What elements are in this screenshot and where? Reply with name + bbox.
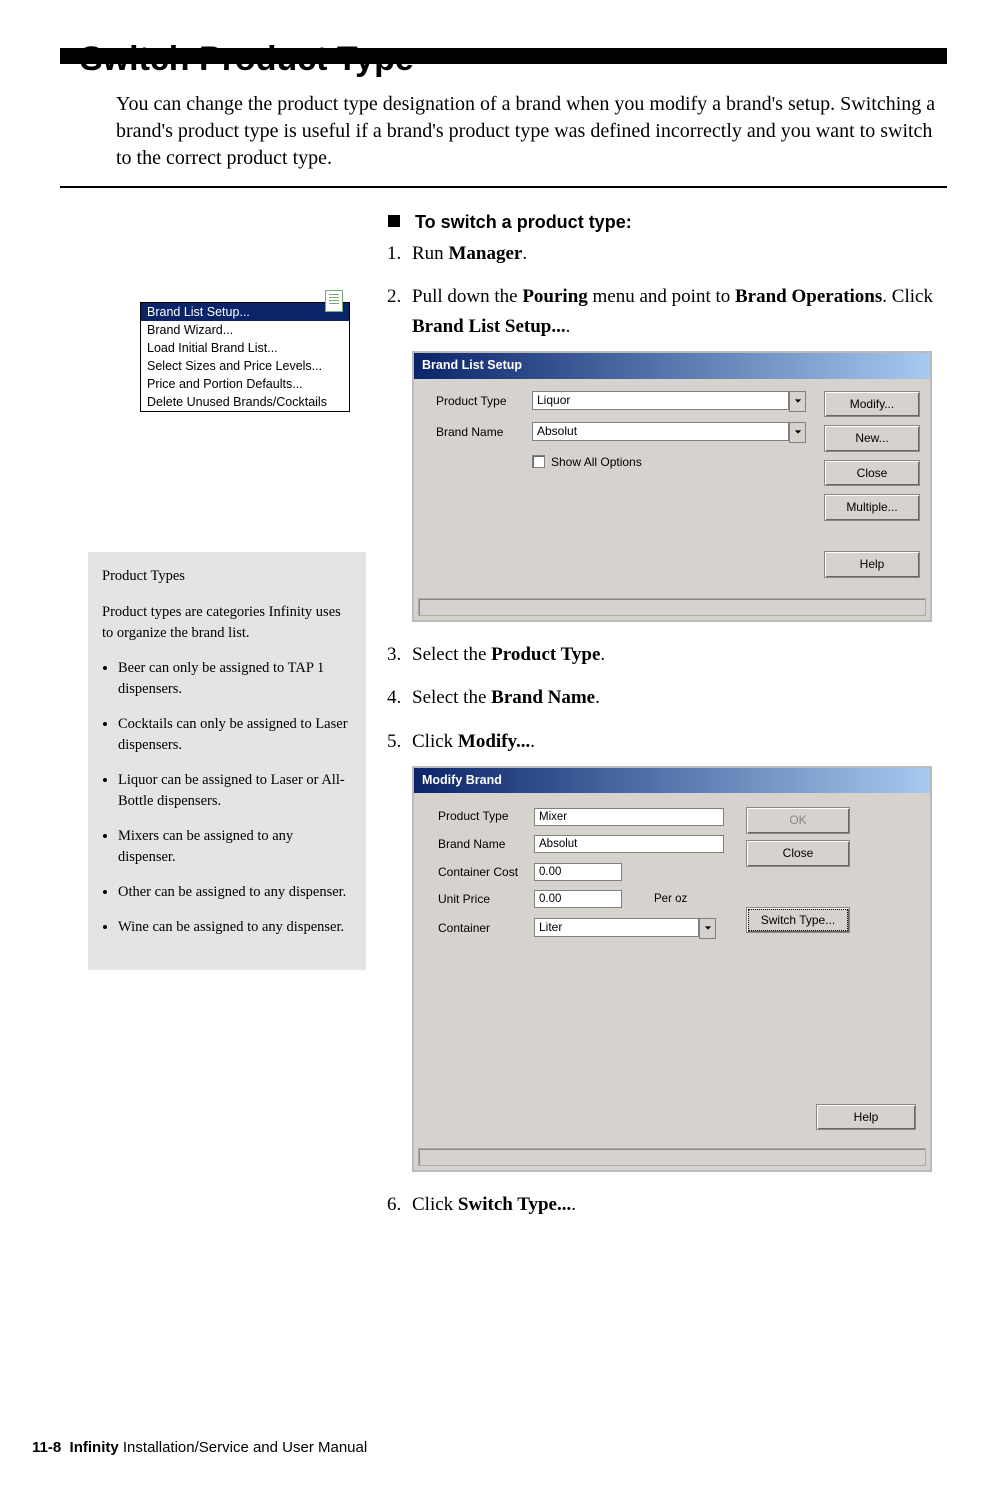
chevron-down-icon[interactable] [789,391,806,412]
modify-button[interactable]: Modify... [824,391,920,418]
multiple-button[interactable]: Multiple... [824,494,920,521]
close-button[interactable]: Close [746,840,850,867]
sidebar-note: Product Types Product types are categori… [88,552,366,970]
container-cost-input[interactable] [534,863,622,881]
sidebar-desc: Product types are categories Infinity us… [102,602,352,644]
step-3: Select the Product Type. [406,640,947,669]
sidebar-bullet: Other can be assigned to any dispenser. [118,882,352,903]
help-button[interactable]: Help [824,551,920,578]
chevron-down-icon[interactable] [699,918,716,939]
show-all-options-checkbox[interactable] [532,455,545,468]
brand-name-combo[interactable] [532,422,806,443]
sidebar-bullet: Mixers can be assigned to any dispenser. [118,826,352,868]
menu-item[interactable]: Select Sizes and Price Levels... [141,357,349,375]
popup-menu[interactable]: Brand List Setup... Brand Wizard... Load… [140,302,350,412]
brand-name-label: Brand Name [436,423,522,442]
square-bullet-icon [388,215,400,227]
dialog-title: Brand List Setup [414,353,930,378]
per-oz-label: Per oz [654,891,687,909]
product-type-input[interactable] [532,391,789,410]
brand-name-label: Brand Name [438,835,524,854]
menu-item-selected[interactable]: Brand List Setup... [141,303,349,321]
product-type-input[interactable] [534,808,724,826]
step-5: Click Modify.... Modify Brand Product Ty… [406,727,947,1173]
show-all-options-label: Show All Options [551,453,642,472]
ok-button[interactable]: OK [746,807,850,834]
status-bar [418,1148,926,1166]
container-label: Container [438,919,524,938]
sidebar-bullet: Wine can be assigned to any dispenser. [118,917,352,938]
top-black-bar [60,48,947,64]
modify-brand-dialog: Modify Brand Product Type Brand Name [412,766,932,1172]
sidebar-title: Product Types [102,566,352,587]
divider [60,186,947,188]
close-button[interactable]: Close [824,460,920,487]
brand-name-input[interactable] [532,422,789,441]
intro-paragraph: You can change the product type designat… [116,91,947,172]
product-type-label: Product Type [436,392,522,411]
product-type-label: Product Type [438,807,524,826]
brand-name-input[interactable] [534,835,724,853]
chevron-down-icon[interactable] [789,422,806,443]
page-footer: 11-8 Infinity Installation/Service and U… [32,1439,367,1456]
sidebar-bullet: Liquor can be assigned to Laser or All-B… [118,770,352,812]
status-bar [418,598,926,616]
step-2: Pull down the Pouring menu and point to … [406,282,947,621]
switch-type-button[interactable]: Switch Type... [746,907,850,934]
sidebar-bullet: Cocktails can only be assigned to Laser … [118,714,352,756]
container-input[interactable] [534,918,699,937]
menu-item[interactable]: Price and Portion Defaults... [141,375,349,393]
step-1: Run Manager. [406,239,947,268]
document-icon [325,290,343,312]
dialog-title: Modify Brand [414,768,930,793]
menu-item[interactable]: Delete Unused Brands/Cocktails [141,393,349,411]
procedure-heading: To switch a product type: [388,212,947,233]
sidebar-bullet: Beer can only be assigned to TAP 1 dispe… [118,658,352,700]
unit-price-label: Unit Price [438,890,524,909]
menu-item[interactable]: Load Initial Brand List... [141,339,349,357]
help-button[interactable]: Help [816,1104,916,1131]
menu-item[interactable]: Brand Wizard... [141,321,349,339]
procedure-heading-text: To switch a product type: [415,212,632,232]
container-combo[interactable] [534,918,716,939]
step-4: Select the Brand Name. [406,683,947,712]
brand-list-setup-dialog: Brand List Setup Product Type [412,351,932,621]
unit-price-input[interactable] [534,890,622,908]
container-cost-label: Container Cost [438,863,524,882]
product-type-combo[interactable] [532,391,806,412]
new-button[interactable]: New... [824,425,920,452]
step-6: Click Switch Type.... [406,1190,947,1219]
